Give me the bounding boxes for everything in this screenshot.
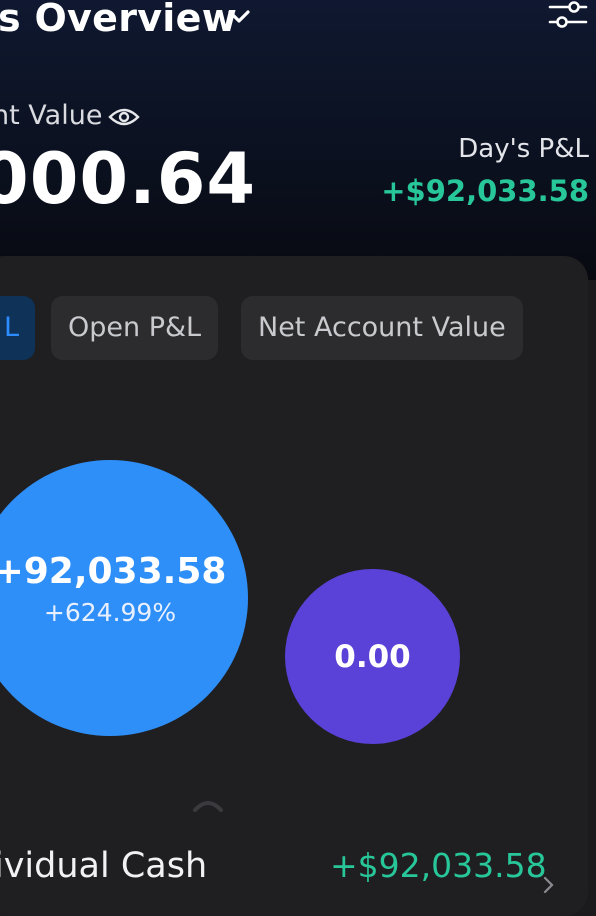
account-row-value: +$92,033.58 [330, 846, 547, 885]
account-row-name[interactable]: ividual Cash [0, 846, 207, 886]
days-pl-label: Day's P&L [458, 134, 589, 164]
bubble-percent: +624.99% [43, 598, 177, 627]
eye-icon[interactable] [108, 106, 140, 128]
overview-header: s Overview nt Value 000.64 Day's P&L +$9… [0, 0, 596, 280]
chevron-up-icon[interactable] [191, 796, 225, 814]
page-title[interactable]: s Overview [0, 0, 237, 40]
filter-sliders-icon[interactable] [548, 0, 588, 34]
bubble-value: +92,033.58 [0, 551, 227, 592]
net-value-label: nt Value [0, 100, 103, 131]
chevron-right-icon[interactable] [543, 876, 555, 894]
bubble-account-2[interactable]: 0.00 [285, 569, 460, 744]
tab-net-account-value[interactable]: Net Account Value [241, 296, 523, 360]
bubble-value: 0.00 [334, 638, 411, 675]
days-pl-value: +$92,033.58 [381, 174, 589, 208]
tab-days-pl[interactable]: L [0, 296, 35, 360]
net-value-amount: 000.64 [0, 138, 257, 220]
tab-open-pl[interactable]: Open P&L [51, 296, 219, 360]
chevron-down-icon[interactable] [227, 8, 251, 26]
